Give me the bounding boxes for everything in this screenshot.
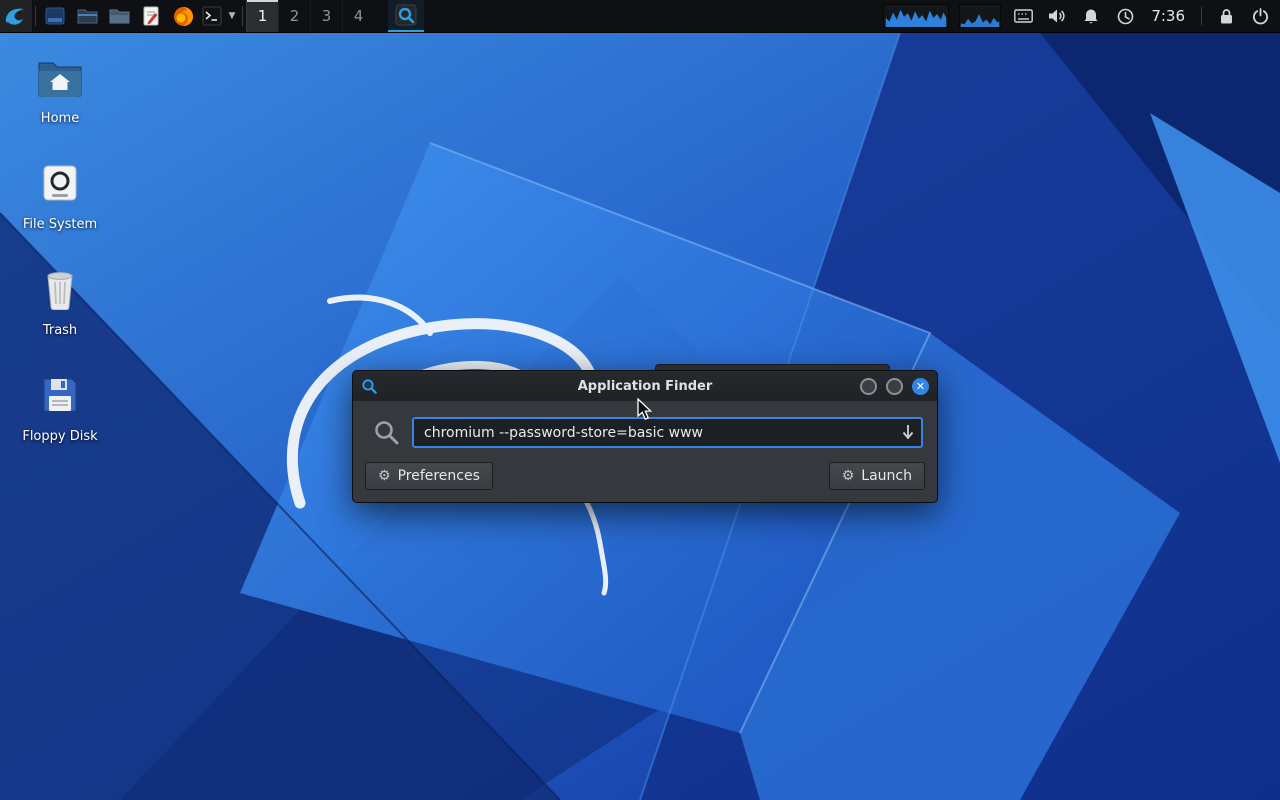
- notifications-bell-icon[interactable]: [1079, 4, 1103, 28]
- panel-tray: 7:36: [883, 0, 1280, 32]
- files-icon[interactable]: [39, 0, 71, 32]
- desktop-icon-trash[interactable]: Trash: [8, 264, 112, 338]
- entry-dropdown-arrow-icon[interactable]: [901, 424, 915, 440]
- lock-icon[interactable]: [1214, 4, 1238, 28]
- terminal-dropdown-chevron[interactable]: ▼: [225, 0, 239, 32]
- launch-icon: ⚙: [841, 468, 855, 484]
- text-editor-icon[interactable]: [135, 0, 167, 32]
- drive-icon: [8, 158, 112, 208]
- launch-button-label: Launch: [861, 468, 912, 484]
- network-graph[interactable]: [959, 4, 1002, 28]
- firefox-icon[interactable]: [167, 0, 199, 32]
- application-finder-window: Application Finder ✕ ⚙ Prefer: [352, 370, 938, 503]
- application-finder-icon: [395, 4, 417, 26]
- desktop-icon-label: Floppy Disk: [22, 429, 98, 444]
- workspace-2[interactable]: 2: [278, 0, 310, 32]
- desktop-icon-home[interactable]: Home: [8, 52, 112, 126]
- cpu-graph[interactable]: [883, 4, 950, 28]
- search-icon: [375, 421, 399, 445]
- preferences-button[interactable]: ⚙ Preferences: [365, 462, 493, 490]
- close-button[interactable]: ✕: [912, 377, 929, 395]
- panel-launchers: ▼ 1 2 3 4: [0, 0, 424, 32]
- search-input[interactable]: [412, 417, 923, 448]
- desktop-icon-label: File System: [22, 217, 98, 232]
- panel-separator: [35, 6, 36, 26]
- terminal-icon[interactable]: [199, 0, 225, 32]
- kali-menu-icon[interactable]: [0, 0, 32, 32]
- panel-separator: [1201, 7, 1202, 25]
- window-title: Application Finder: [577, 378, 713, 394]
- dialog-body: ⚙ Preferences ⚙ Launch: [353, 401, 937, 502]
- clock[interactable]: 7:36: [1147, 7, 1189, 25]
- workspace-3[interactable]: 3: [310, 0, 342, 32]
- desktop-icon-label: Trash: [42, 323, 78, 338]
- launch-button[interactable]: ⚙ Launch: [828, 462, 925, 490]
- folder-icon[interactable]: [103, 0, 135, 32]
- minimize-button[interactable]: [860, 377, 877, 395]
- volume-icon[interactable]: [1045, 4, 1069, 28]
- status-circle-icon[interactable]: [1113, 4, 1137, 28]
- home-icon: [8, 52, 112, 102]
- top-panel: ▼ 1 2 3 4 7:36: [0, 0, 1280, 33]
- keyboard-icon[interactable]: [1011, 4, 1035, 28]
- workspace-1[interactable]: 1: [246, 0, 278, 32]
- file-manager-icon[interactable]: [71, 0, 103, 32]
- logout-icon[interactable]: [1248, 4, 1272, 28]
- application-finder-titlebar-icon: [362, 378, 377, 394]
- application-finder-task[interactable]: [388, 0, 424, 32]
- desktop-icon-label: Home: [40, 111, 80, 126]
- preferences-button-label: Preferences: [397, 468, 480, 484]
- desktop-icon-floppy-disk[interactable]: Floppy Disk: [8, 370, 112, 444]
- desktop-icon-file-system[interactable]: File System: [8, 158, 112, 232]
- floppy-icon: [8, 370, 112, 420]
- panel-separator: [242, 6, 243, 26]
- workspace-4[interactable]: 4: [342, 0, 374, 32]
- maximize-button[interactable]: [886, 377, 903, 395]
- gear-icon: ⚙: [378, 468, 391, 484]
- trash-icon: [8, 264, 112, 314]
- titlebar[interactable]: Application Finder ✕: [353, 371, 937, 401]
